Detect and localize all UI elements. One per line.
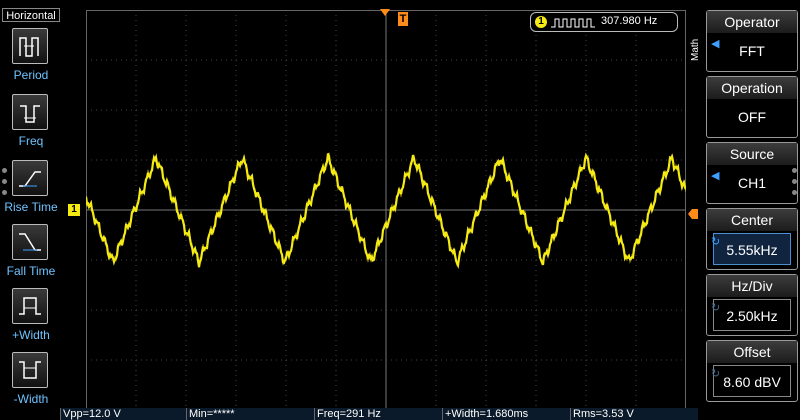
- positive-width-label: +Width: [12, 328, 50, 342]
- operator-header: Operator: [707, 11, 797, 33]
- width-measurement: +Width=1.680ms: [442, 408, 570, 420]
- fall-time-button[interactable]: [12, 224, 48, 260]
- negative-width-button[interactable]: [12, 352, 48, 388]
- hz-div-softkey[interactable]: Hz/Div 2.50kHz ↻: [706, 274, 798, 336]
- center-value: 5.55kHz: [713, 233, 791, 265]
- rms-measurement: Rms=3.53 V: [570, 408, 698, 420]
- trigger-level-marker[interactable]: [688, 206, 698, 219]
- math-settings-panel: Operator ◀ FFT Operation OFF Source ◀ CH…: [702, 8, 800, 420]
- frequency-counter: 1 307.980 Hz: [530, 12, 678, 32]
- hz-div-header: Hz/Div: [707, 275, 797, 297]
- left-scroll-indicator: [2, 168, 8, 198]
- rise-time-icon: [19, 171, 41, 187]
- fall-time-icon: [19, 233, 41, 251]
- rise-time-button[interactable]: [12, 160, 48, 196]
- negative-width-label: -Width: [13, 392, 49, 406]
- period-icon: [19, 37, 39, 57]
- negative-width-icon: [19, 361, 41, 379]
- vpp-measurement: Vpp=12.0 V: [60, 408, 186, 420]
- positive-width-button[interactable]: [12, 288, 48, 324]
- horizontal-measure-panel: Horizontal Period Freq Rise Time Fall Ti…: [0, 0, 62, 420]
- trigger-marker-label: T: [398, 12, 408, 26]
- operation-value: OFF: [738, 109, 766, 125]
- rotary-knob-icon: ↻: [711, 368, 721, 380]
- operation-softkey[interactable]: Operation OFF: [706, 76, 798, 138]
- hz-div-value: 2.50kHz: [713, 299, 791, 331]
- rotary-knob-icon: ↻: [711, 236, 721, 248]
- period-label: Period: [13, 68, 49, 82]
- period-button[interactable]: [12, 28, 48, 64]
- math-menu-tab: Math: [690, 38, 701, 62]
- offset-value: 8.60 dBV: [713, 365, 791, 397]
- fall-time-label: Fall Time: [6, 264, 56, 278]
- freq-measurement: Freq=291 Hz: [314, 408, 442, 420]
- offset-header: Offset: [707, 341, 797, 363]
- frequency-value: 307.980 Hz: [601, 15, 658, 27]
- rise-time-label: Rise Time: [4, 200, 58, 214]
- min-measurement: Min=*****: [186, 408, 314, 420]
- source-header: Source: [707, 143, 797, 165]
- center-softkey[interactable]: Center 5.55kHz ↻: [706, 208, 798, 270]
- waveform-display[interactable]: [84, 9, 687, 411]
- waveform-grid: [84, 9, 687, 411]
- operator-softkey[interactable]: Operator ◀ FFT: [706, 10, 798, 72]
- channel-badge: 1: [535, 16, 547, 28]
- frequency-icon: [20, 105, 40, 123]
- channel1-level-marker[interactable]: 1: [68, 204, 80, 216]
- measurement-status-bar: Vpp=12.0 V Min=***** Freq=291 Hz +Width=…: [60, 408, 700, 420]
- positive-width-icon: [19, 297, 41, 315]
- center-header: Center: [707, 209, 797, 231]
- panel-title: Horizontal: [2, 8, 60, 22]
- freq-label: Freq: [18, 134, 44, 148]
- freq-button[interactable]: [12, 94, 48, 130]
- trigger-position-marker[interactable]: [380, 4, 390, 16]
- square-wave-icon: [551, 18, 595, 28]
- operation-header: Operation: [707, 77, 797, 99]
- offset-softkey[interactable]: Offset 8.60 dBV ↻: [706, 340, 798, 402]
- right-scroll-indicator: [792, 168, 798, 198]
- operator-value: FFT: [739, 43, 765, 59]
- source-value: CH1: [737, 175, 766, 191]
- source-softkey[interactable]: Source ◀ CH1: [706, 142, 798, 204]
- rotary-knob-icon: ↻: [711, 302, 721, 314]
